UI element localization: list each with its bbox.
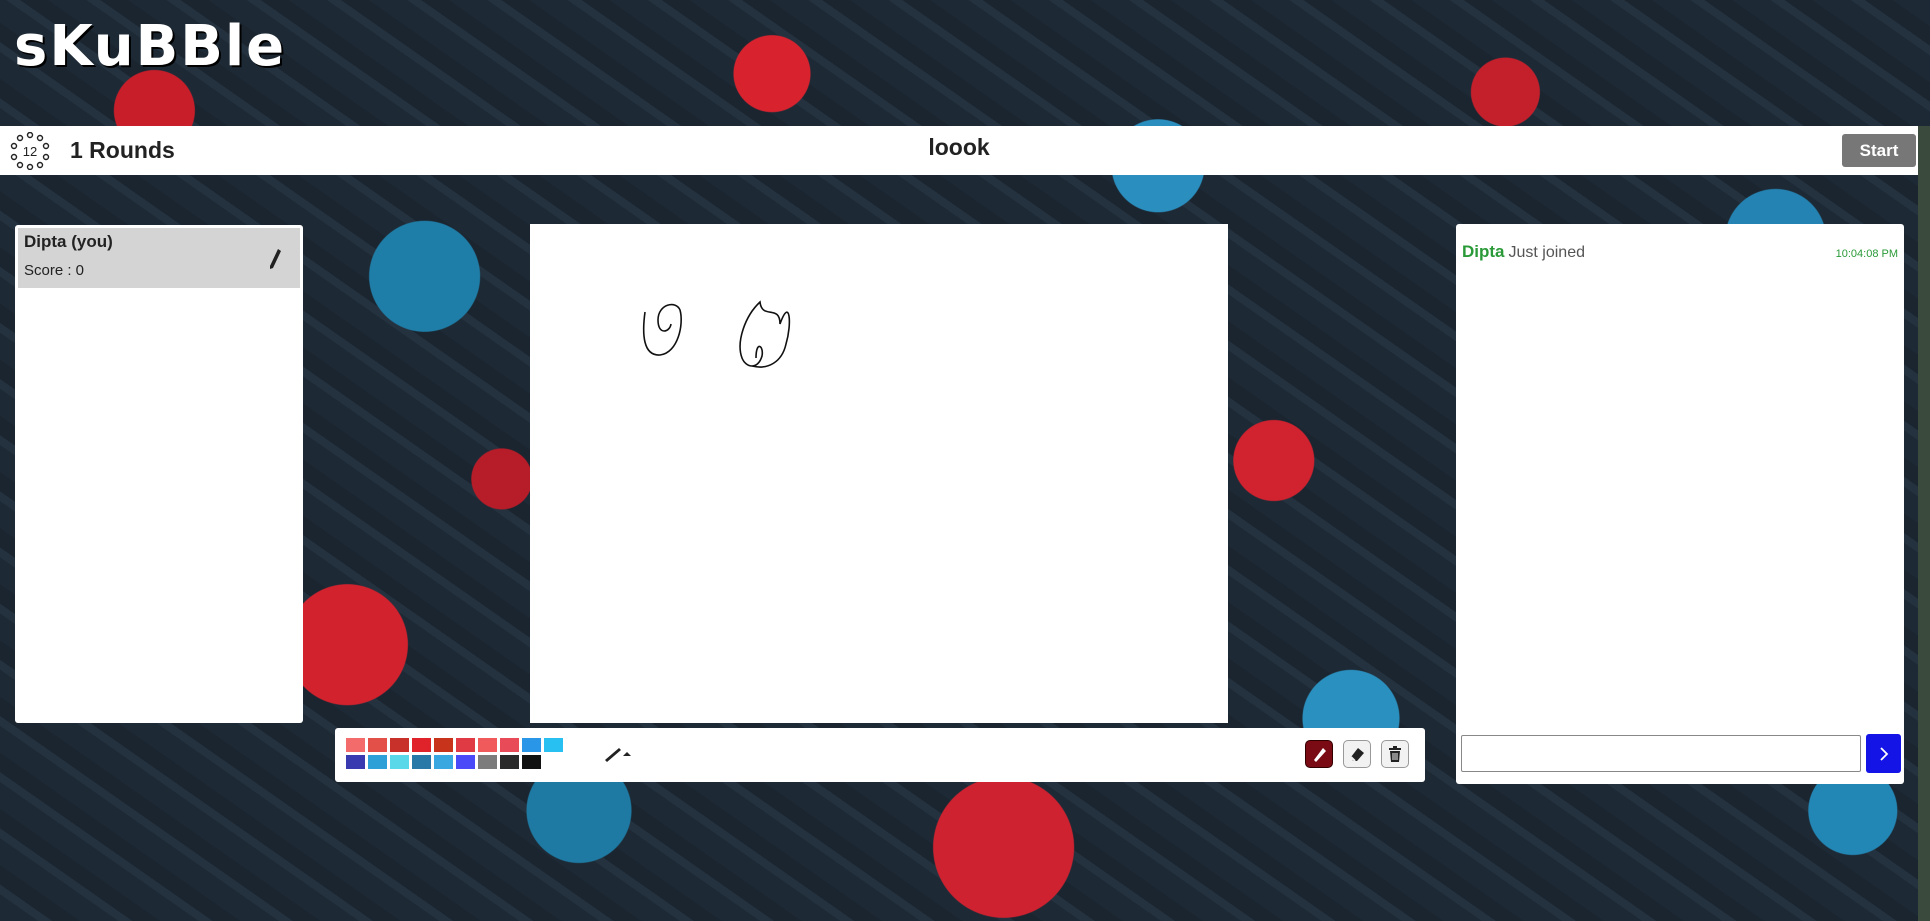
eraser-tool-button[interactable] xyxy=(1343,740,1371,768)
color-swatch[interactable] xyxy=(478,755,497,769)
chat-message-text: Just joined xyxy=(1508,244,1586,261)
color-swatch[interactable] xyxy=(434,738,453,752)
chat-message: Dipta Just joined 10:04:08 PM xyxy=(1462,242,1898,262)
color-swatch[interactable] xyxy=(346,755,365,769)
chat-panel: Dipta Just joined 10:04:08 PM xyxy=(1456,224,1904,784)
color-swatch[interactable] xyxy=(412,755,431,769)
eraser-icon xyxy=(1350,748,1364,762)
color-swatch[interactable] xyxy=(390,755,409,769)
chat-message-name: Dipta xyxy=(1462,242,1505,261)
player-card: Dipta (you) Score : 0 xyxy=(18,228,300,288)
color-swatch[interactable] xyxy=(346,738,365,752)
color-swatch xyxy=(544,755,563,769)
color-swatch[interactable] xyxy=(478,738,497,752)
pencil-icon xyxy=(1314,748,1326,762)
color-swatch[interactable] xyxy=(544,738,563,752)
top-bar: 12 1 Rounds loook Start xyxy=(0,126,1918,175)
page-scrollbar[interactable] xyxy=(1918,126,1930,921)
color-swatch[interactable] xyxy=(390,738,409,752)
drawing-canvas[interactable] xyxy=(530,224,1228,723)
color-swatch[interactable] xyxy=(434,755,453,769)
chat-input[interactable] xyxy=(1461,735,1861,772)
color-swatch[interactable] xyxy=(412,738,431,752)
send-button[interactable] xyxy=(1866,734,1901,773)
color-swatch[interactable] xyxy=(368,755,387,769)
clear-canvas-button[interactable] xyxy=(1381,740,1409,768)
trash-icon xyxy=(1389,746,1401,762)
color-palette xyxy=(346,738,563,769)
color-swatch[interactable] xyxy=(500,738,519,752)
color-swatch[interactable] xyxy=(500,755,519,769)
brush-size-icon[interactable] xyxy=(603,744,631,764)
player-name: Dipta (you) xyxy=(24,232,113,251)
players-panel: Dipta (you) Score : 0 xyxy=(15,225,303,723)
color-swatch[interactable] xyxy=(368,738,387,752)
start-button[interactable]: Start xyxy=(1842,134,1916,167)
color-swatch[interactable] xyxy=(522,755,541,769)
color-swatch[interactable] xyxy=(456,755,475,769)
pen-icon xyxy=(270,249,281,269)
canvas-drawing xyxy=(642,300,791,368)
chevron-right-icon xyxy=(1879,746,1888,761)
app-logo: sKuBBle xyxy=(14,14,287,79)
drawing-toolbar xyxy=(335,728,1425,782)
color-swatch[interactable] xyxy=(522,738,541,752)
color-swatch[interactable] xyxy=(456,738,475,752)
pencil-tool-button[interactable] xyxy=(1305,740,1333,768)
chat-message-time: 10:04:08 PM xyxy=(1835,248,1898,260)
current-word: loook xyxy=(928,134,990,160)
player-score: Score : 0 xyxy=(24,262,85,279)
